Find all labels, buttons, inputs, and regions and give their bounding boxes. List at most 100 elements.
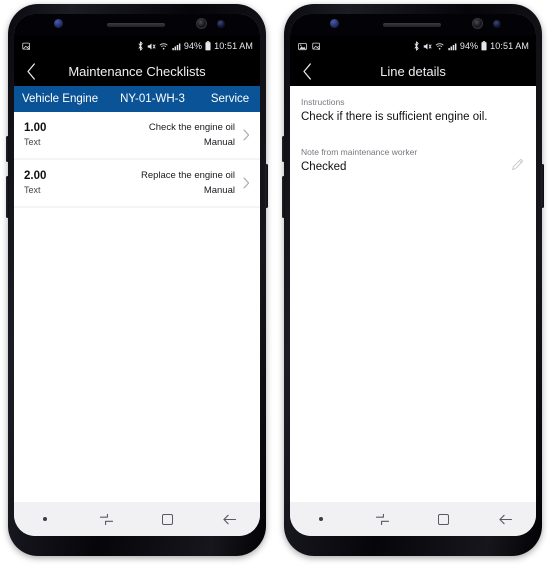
system-nav-bar <box>290 502 536 536</box>
phone-device-checklists: 94% 10:51 AM Maintenance Checklists Vehi… <box>5 1 269 559</box>
battery-percent-label: 94% <box>459 41 479 51</box>
recents-icon <box>99 513 113 525</box>
front-camera-icon <box>472 18 483 29</box>
notification-led-icon <box>54 19 63 28</box>
nav-back-button[interactable] <box>475 502 537 536</box>
iris-sensor-icon <box>493 20 501 28</box>
chevron-right-icon[interactable] <box>238 177 254 189</box>
phone-top-bezel <box>14 14 260 36</box>
row-line-number: 1.00 <box>24 122 47 134</box>
volume-up-button[interactable] <box>6 136 9 162</box>
back-button[interactable] <box>290 56 324 86</box>
mute-icon <box>423 43 432 49</box>
signal-icon <box>172 43 181 50</box>
status-bar-right-icons: 94% 10:51 AM <box>413 41 529 51</box>
earpiece-speaker <box>107 23 165 27</box>
phone-screen-checklists: 94% 10:51 AM Maintenance Checklists Vehi… <box>14 14 260 536</box>
recents-icon <box>375 513 389 525</box>
row-line-type: Text <box>24 185 41 195</box>
row-task-title: Replace the engine oil <box>140 170 235 181</box>
pencil-edit-icon[interactable] <box>511 158 524 176</box>
system-nav-bar <box>14 502 260 536</box>
context-bar-item-id: NY-01-WH-3 <box>120 93 185 105</box>
phone-top-bezel <box>290 14 536 36</box>
screenshot-stage: 94% 10:51 AM Maintenance Checklists Vehi… <box>0 0 548 565</box>
nav-home-button[interactable] <box>413 502 475 536</box>
row-line-type: Text <box>24 137 41 147</box>
checklist-list: 1.00 Text Check the engine oil Manual 2.… <box>14 112 260 502</box>
row-task-title: Check the engine oil <box>148 122 235 133</box>
field-value: Check if there is sufficient engine oil. <box>301 111 488 123</box>
context-bar[interactable]: Vehicle Engine NY-01-WH-3 Service <box>14 86 260 112</box>
line-details-form: Instructions Check if there is sufficien… <box>290 86 536 502</box>
power-button[interactable] <box>265 164 268 208</box>
status-bar-left-icons <box>298 42 321 51</box>
battery-percent-label: 94% <box>183 41 203 51</box>
home-square-icon <box>162 513 174 525</box>
notification-led-icon <box>330 19 339 28</box>
nav-home-button[interactable] <box>137 502 199 536</box>
wifi-icon <box>159 42 168 50</box>
back-button[interactable] <box>14 56 48 86</box>
battery-icon <box>481 41 487 51</box>
nav-dot-button[interactable] <box>290 502 352 536</box>
table-row[interactable]: 1.00 Text Check the engine oil Manual <box>14 112 260 158</box>
app-bar: Maintenance Checklists <box>14 56 260 86</box>
front-camera-icon <box>196 18 207 29</box>
status-bar-right-icons: 94% 10:51 AM <box>137 41 253 51</box>
phone-screen-line-details: 94% 10:51 AM Line details Instructions C… <box>290 14 536 536</box>
row-task-method: Manual <box>203 137 235 148</box>
image-icon <box>298 42 307 50</box>
iris-sensor-icon <box>217 20 225 28</box>
back-chevron-icon <box>26 62 35 80</box>
bluetooth-icon <box>138 41 143 51</box>
context-bar-item-service: Service <box>210 93 250 105</box>
volume-up-button[interactable] <box>282 136 285 162</box>
nav-recents-button[interactable] <box>76 502 138 536</box>
row-line-number: 2.00 <box>24 170 47 182</box>
chevron-right-glyph <box>242 129 249 141</box>
earpiece-speaker <box>383 23 441 27</box>
phone-device-line-details: 94% 10:51 AM Line details Instructions C… <box>281 1 545 559</box>
mute-icon <box>147 43 156 49</box>
nav-back-button[interactable] <box>199 502 261 536</box>
wifi-icon <box>435 42 444 50</box>
pencil-glyph <box>512 158 524 170</box>
screenshot-icon <box>22 42 31 50</box>
back-arrow-icon <box>223 514 236 524</box>
back-arrow-icon <box>499 514 512 524</box>
power-button[interactable] <box>541 164 544 208</box>
status-bar: 94% 10:51 AM <box>290 36 536 56</box>
screenshot-icon <box>312 42 321 50</box>
bluetooth-icon <box>414 41 419 51</box>
battery-icon <box>205 41 211 51</box>
clock-label: 10:51 AM <box>490 41 529 51</box>
nav-dot-button[interactable] <box>14 502 76 536</box>
page-title: Line details <box>380 63 446 79</box>
chevron-right-icon[interactable] <box>238 129 254 141</box>
field-label: Instructions <box>301 97 345 107</box>
home-square-icon <box>438 513 450 525</box>
row-left-group: 1.00 Text <box>24 121 46 149</box>
signal-icon <box>448 43 457 50</box>
status-bar-left-icons <box>22 42 31 51</box>
chevron-right-glyph <box>242 177 249 189</box>
volume-down-button[interactable] <box>6 176 9 218</box>
row-left-group: 2.00 Text <box>24 169 46 197</box>
app-bar: Line details <box>290 56 536 86</box>
dot-icon <box>42 517 47 521</box>
back-chevron-icon <box>302 62 311 80</box>
list-empty-area <box>14 208 260 502</box>
table-row[interactable]: 2.00 Text Replace the engine oil Manual <box>14 160 260 206</box>
field-maintenance-note[interactable]: Note from maintenance worker Checked <box>301 146 526 175</box>
context-bar-item-asset: Vehicle Engine <box>22 93 99 105</box>
field-label: Note from maintenance worker <box>301 147 418 157</box>
volume-down-button[interactable] <box>282 176 285 218</box>
row-right-group: Replace the engine oil Manual <box>141 169 235 197</box>
clock-label: 10:51 AM <box>214 41 253 51</box>
nav-recents-button[interactable] <box>352 502 414 536</box>
row-right-group: Check the engine oil Manual <box>149 121 235 149</box>
row-task-method: Manual <box>203 185 235 196</box>
page-title: Maintenance Checklists <box>68 63 206 79</box>
dot-icon <box>318 517 323 521</box>
